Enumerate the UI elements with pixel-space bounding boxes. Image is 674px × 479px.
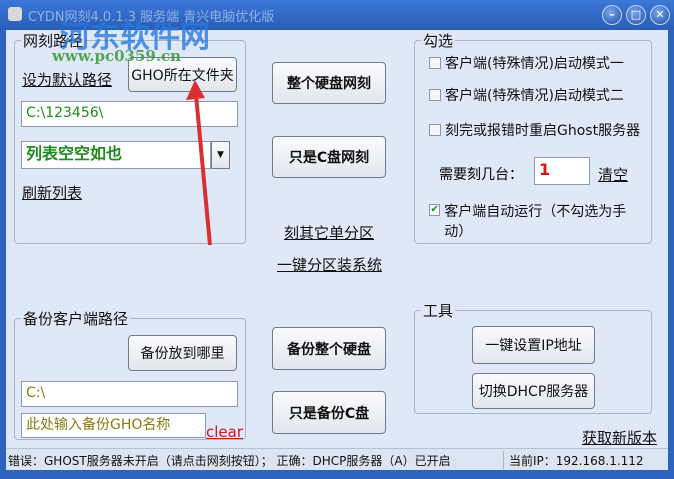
red-arrow-annotation — [186, 80, 212, 246]
app-window: CYDN网刻4.0.1.3 服务端 青兴电脑优化版 – □ ✕ 网刻路径 设为默… — [0, 0, 674, 479]
